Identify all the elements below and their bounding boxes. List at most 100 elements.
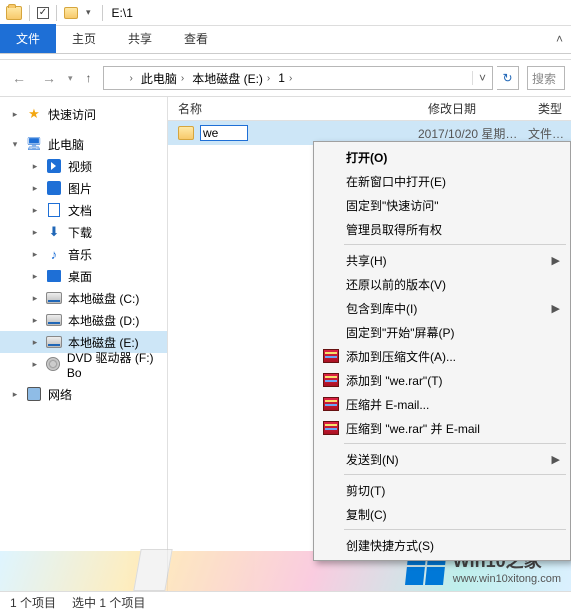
address-dropdown-icon[interactable]: ˅ (472, 71, 492, 85)
pc-icon: 🖥 (26, 136, 42, 152)
properties-icon[interactable]: ✓ (37, 7, 49, 19)
ctx-pin-quick[interactable]: 固定到"快速访问" (316, 193, 568, 217)
ctx-rar-add-we[interactable]: 添加到 "we.rar"(T) (316, 368, 568, 392)
sidebar-quick-access[interactable]: ▸ ★ 快速访问 (0, 103, 167, 125)
ctx-send-to[interactable]: 发送到(N)▶ (316, 447, 568, 471)
menu-separator (344, 244, 566, 245)
column-type[interactable]: 类型 (528, 100, 571, 117)
submenu-arrow-icon: ▶ (552, 302, 560, 315)
column-name[interactable]: 名称 (168, 100, 418, 117)
ctx-new-window[interactable]: 在新窗口中打开(E) (316, 169, 568, 193)
rename-input[interactable] (200, 125, 248, 141)
sidebar-label: DVD 驱动器 (F:) Bo (67, 349, 167, 380)
column-date[interactable]: 修改日期 (418, 100, 528, 117)
drive-icon (46, 336, 62, 348)
ctx-pin-start[interactable]: 固定到"开始"屏幕(P) (316, 320, 568, 344)
ctx-copy[interactable]: 复制(C) (316, 502, 568, 526)
sidebar-this-pc[interactable]: ▾ 🖥 此电脑 (0, 133, 167, 155)
breadcrumb-crumb[interactable]: › (122, 67, 137, 89)
sidebar-downloads[interactable]: ▸⬇下载 (0, 221, 167, 243)
ctx-label: 固定到"开始"屏幕(P) (346, 324, 455, 341)
breadcrumb-crumb[interactable]: 此电脑› (137, 67, 188, 89)
ctx-rar-we-email[interactable]: 压缩到 "we.rar" 并 E-mail (316, 416, 568, 440)
expand-icon[interactable]: ▸ (10, 389, 20, 400)
qat-chevron-icon[interactable]: ▾ (82, 5, 95, 20)
history-chevron-icon[interactable]: ▾ (66, 73, 75, 84)
ctx-label: 还原以前的版本(V) (346, 276, 446, 293)
ctx-label: 共享(H) (346, 252, 387, 269)
sidebar-label: 图片 (68, 180, 92, 197)
sidebar-drive-c[interactable]: ▸本地磁盘 (C:) (0, 287, 167, 309)
open-folder-icon[interactable] (64, 7, 78, 19)
up-button[interactable]: ↑ (79, 68, 99, 88)
sidebar-documents[interactable]: ▸文档 (0, 199, 167, 221)
sidebar-videos[interactable]: ▸视频 (0, 155, 167, 177)
ctx-open[interactable]: 打开(O) (316, 145, 568, 169)
watermark-url: www.win10xitong.com (453, 573, 561, 585)
file-type: 文件… (528, 125, 564, 142)
ctx-cut[interactable]: 剪切(T) (316, 478, 568, 502)
ctx-label: 复制(C) (346, 506, 387, 523)
context-menu: 打开(O) 在新窗口中打开(E) 固定到"快速访问" 管理员取得所有权 共享(H… (313, 141, 571, 561)
separator (29, 5, 30, 21)
sidebar-label: 下载 (68, 224, 92, 241)
sidebar-drive-d[interactable]: ▸本地磁盘 (D:) (0, 309, 167, 331)
collapse-icon[interactable]: ▾ (10, 139, 20, 150)
pictures-icon (47, 181, 61, 195)
ctx-rar-email[interactable]: 压缩并 E-mail... (316, 392, 568, 416)
separator (56, 5, 57, 21)
address-bar[interactable]: › 此电脑› 本地磁盘 (E:)› 1› ˅ (103, 66, 493, 90)
sidebar-desktop[interactable]: ▸桌面 (0, 265, 167, 287)
ctx-label: 管理员取得所有权 (346, 221, 442, 238)
ctx-label: 固定到"快速访问" (346, 197, 439, 214)
ctx-create-shortcut[interactable]: 创建快捷方式(S) (316, 533, 568, 557)
ctx-label: 添加到压缩文件(A)... (346, 348, 456, 365)
forward-button: → (36, 65, 62, 91)
search-input[interactable]: 搜索 (527, 66, 565, 90)
breadcrumb-crumb[interactable]: 本地磁盘 (E:)› (188, 67, 274, 89)
tab-share[interactable]: 共享 (112, 24, 168, 53)
breadcrumb-crumb[interactable]: 1› (274, 67, 296, 89)
sidebar-dvd[interactable]: ▸DVD 驱动器 (F:) Bo (0, 353, 167, 375)
sidebar-label: 视频 (68, 158, 92, 175)
sidebar-music[interactable]: ▸♪音乐 (0, 243, 167, 265)
sidebar-pictures[interactable]: ▸图片 (0, 177, 167, 199)
menu-separator (344, 474, 566, 475)
expand-icon[interactable]: ▸ (10, 109, 20, 120)
ctx-include-library[interactable]: 包含到库中(I)▶ (316, 296, 568, 320)
back-button[interactable]: ← (6, 65, 32, 91)
nav-sidebar: ▸ ★ 快速访问 ▾ 🖥 此电脑 ▸视频 ▸图片 ▸文档 ▸⬇下载 ▸♪音乐 ▸… (0, 97, 168, 591)
winrar-icon (323, 373, 339, 387)
ctx-admin-owner[interactable]: 管理员取得所有权 (316, 217, 568, 241)
ctx-label: 剪切(T) (346, 482, 385, 499)
tab-view[interactable]: 查看 (168, 24, 224, 53)
search-placeholder: 搜索 (532, 70, 556, 87)
network-icon (27, 387, 41, 401)
ctx-label: 添加到 "we.rar"(T) (346, 372, 443, 389)
collapse-ribbon-icon[interactable]: ˄ (556, 32, 563, 46)
ctx-rar-add[interactable]: 添加到压缩文件(A)... (316, 344, 568, 368)
breadcrumb-label: 此电脑 (141, 70, 177, 87)
sidebar-label: 音乐 (68, 246, 92, 263)
status-selected-count: 选中 1 个项目 (72, 594, 145, 611)
ctx-restore-versions[interactable]: 还原以前的版本(V) (316, 272, 568, 296)
ctx-share[interactable]: 共享(H) ▶ (316, 248, 568, 272)
tab-file[interactable]: 文件 (0, 24, 56, 53)
status-bar: 1 个项目 选中 1 个项目 (0, 591, 571, 613)
star-icon: ★ (26, 106, 42, 122)
sidebar-label: 此电脑 (48, 136, 84, 153)
sidebar-network[interactable]: ▸ 网络 (0, 383, 167, 405)
ctx-label: 压缩到 "we.rar" 并 E-mail (346, 420, 480, 437)
tab-home[interactable]: 主页 (56, 24, 112, 53)
ctx-label: 创建快捷方式(S) (346, 537, 434, 554)
refresh-button[interactable]: ↻ (497, 66, 519, 90)
ctx-label: 压缩并 E-mail... (346, 396, 429, 413)
dvd-icon (46, 357, 60, 371)
menu-separator (344, 443, 566, 444)
sidebar-label: 快速访问 (48, 106, 96, 123)
desktop-icon (47, 270, 61, 282)
download-icon: ⬇ (46, 224, 62, 240)
window-title: E:\1 (112, 6, 133, 20)
navigation-row: ← → ▾ ↑ › 此电脑› 本地磁盘 (E:)› 1› ˅ ↻ 搜索 (0, 60, 571, 96)
submenu-arrow-icon: ▶ (552, 254, 560, 267)
